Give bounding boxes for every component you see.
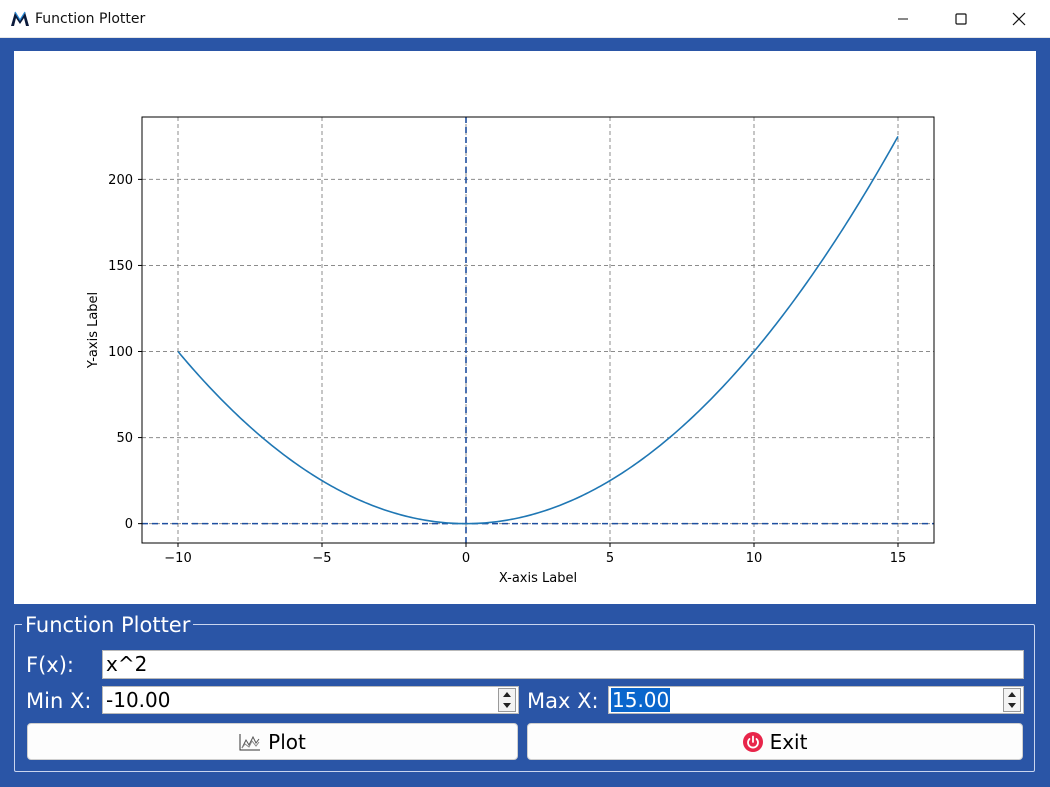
y-tick-label: 150: [108, 259, 133, 274]
app-logo-icon: [11, 11, 29, 26]
window-title: Function Plotter: [35, 11, 146, 27]
minimize-icon: [898, 18, 908, 20]
x-tick-label: −10: [164, 551, 191, 566]
main-window: −10 −5 0 5 10 15 0 50 100 150 200 X-axis Label Y-a…: [0, 38, 1050, 787]
exit-button[interactable]: Exit: [527, 723, 1023, 760]
min-x-value[interactable]: -10.00: [105, 688, 171, 712]
axes-frame: [141, 116, 935, 544]
x-tick-label: 15: [890, 551, 907, 566]
function-chart: −10 −5 0 5 10 15050100150200 X-axis Label Y-a…: [86, 116, 935, 586]
minimize-button[interactable]: [874, 0, 932, 38]
min-x-up-arrow-icon[interactable]: [499, 689, 515, 700]
close-button[interactable]: [990, 0, 1048, 38]
x-tick-label: 0: [462, 551, 470, 566]
max-x-down-arrow-icon[interactable]: [1004, 700, 1020, 711]
plot-canvas[interactable]: −10 −5 0 5 10 15 0 50 100 150 200 X-axis Label Y-a…: [14, 51, 1036, 604]
max-x-stepper[interactable]: [1003, 688, 1021, 712]
x-tick-label: −5: [312, 551, 331, 566]
max-x-label: Max X:: [527, 689, 599, 713]
chart-icon: [239, 733, 261, 751]
min-x-down-arrow-icon[interactable]: [499, 700, 515, 711]
min-x-stepper[interactable]: [498, 688, 516, 712]
fx-label: F(x):: [26, 653, 74, 677]
title-bar: Function Plotter: [0, 0, 1050, 38]
plot-button[interactable]: Plot: [27, 723, 518, 760]
function-input[interactable]: x^2: [102, 650, 1024, 679]
group-title: Function Plotter: [22, 614, 194, 636]
plot-button-label: Plot: [268, 729, 306, 754]
function-curve: [177, 135, 899, 525]
x-axis-label: X-axis Label: [499, 571, 577, 586]
maximize-icon: [955, 13, 967, 25]
y-axis-label: Y-axis Label: [86, 292, 101, 369]
y-tick-label: 200: [108, 173, 133, 188]
maximize-button[interactable]: [932, 0, 990, 38]
min-x-spinbox[interactable]: -10.00: [102, 686, 519, 714]
max-x-value[interactable]: 15.00: [611, 688, 671, 712]
y-tick-label: 0: [125, 517, 133, 532]
y-tick-label: 100: [108, 345, 133, 360]
x-tick-label: 10: [746, 551, 763, 566]
y-tick-label: 50: [116, 431, 133, 446]
x-tick-label: 5: [606, 551, 614, 566]
exit-button-label: Exit: [769, 729, 808, 754]
min-x-label: Min X:: [26, 689, 92, 713]
power-icon: [742, 731, 763, 752]
max-x-spinbox[interactable]: 15.00: [608, 686, 1024, 714]
max-x-up-arrow-icon[interactable]: [1004, 689, 1020, 700]
close-icon: [1012, 12, 1026, 26]
